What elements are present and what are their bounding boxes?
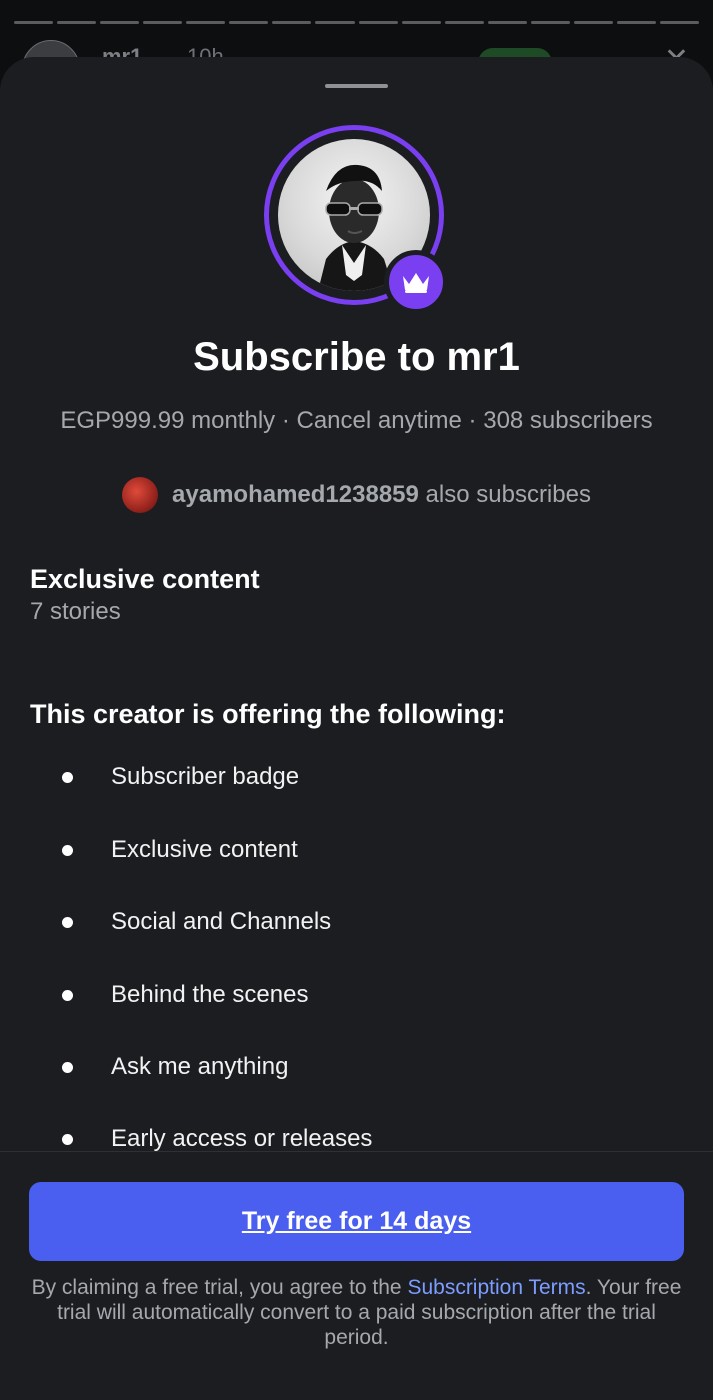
try-free-button[interactable]: Try free for 14 days [29, 1182, 684, 1261]
mutual-subscriber-row: ayamohamed1238859 also subscribes [0, 477, 713, 513]
story-progress-segment [573, 21, 613, 24]
list-item: Early access or releases [60, 1119, 372, 1152]
bullet-icon [62, 771, 73, 783]
bullet-icon [62, 844, 73, 856]
list-item: Subscriber badge [60, 757, 299, 797]
offering-list: Subscriber badge Exclusive content Socia… [0, 747, 713, 1152]
story-progress-segment [659, 21, 699, 24]
bullet-icon [62, 1133, 73, 1145]
story-progress-bar [14, 21, 699, 24]
story-progress-segment [143, 21, 183, 24]
footer-divider [0, 1151, 713, 1152]
exclusive-content-count: 7 stories [30, 598, 121, 625]
story-progress-segment [530, 21, 570, 24]
list-item: Exclusive content [60, 830, 298, 870]
story-progress-segment [401, 21, 441, 24]
offering-title: This creator is offering the following: [30, 699, 506, 729]
story-progress-segment [315, 21, 355, 24]
list-item: Ask me anything [60, 1047, 288, 1087]
list-item: Social and Channels [60, 902, 331, 942]
story-progress-segment [272, 21, 312, 24]
story-progress-segment [358, 21, 398, 24]
exclusive-content-title: Exclusive content [30, 564, 260, 594]
story-progress-segment [229, 21, 269, 24]
subscribe-sheet: Subscribe to mr1 EGP999.99 monthly · Can… [0, 57, 713, 1400]
story-progress-segment [444, 21, 484, 24]
bullet-icon [62, 916, 73, 928]
story-progress-segment [14, 21, 54, 24]
sheet-title: Subscribe to mr1 [193, 335, 520, 379]
sheet-drag-handle[interactable] [325, 84, 388, 88]
subscription-meta: EGP999.99 monthly · Cancel anytime · 308… [60, 407, 653, 434]
bullet-icon [62, 1061, 73, 1073]
subscription-terms-link[interactable]: Subscription Terms [407, 1276, 585, 1299]
mutual-subscriber-suffix: also subscribes [425, 481, 591, 508]
story-progress-segment [57, 21, 97, 24]
bullet-icon [62, 989, 73, 1001]
story-progress-segment [487, 21, 527, 24]
mutual-subscriber-avatar [122, 477, 159, 513]
story-progress-segment [186, 21, 226, 24]
crown-icon [384, 250, 448, 314]
list-item: Behind the scenes [60, 975, 308, 1015]
trial-disclaimer: By claiming a free trial, you agree to t… [31, 1276, 682, 1349]
story-progress-segment [100, 21, 140, 24]
mutual-subscriber-username[interactable]: ayamohamed1238859 [172, 481, 419, 508]
try-free-button-label: Try free for 14 days [241, 1207, 472, 1235]
story-progress-segment [616, 21, 656, 24]
